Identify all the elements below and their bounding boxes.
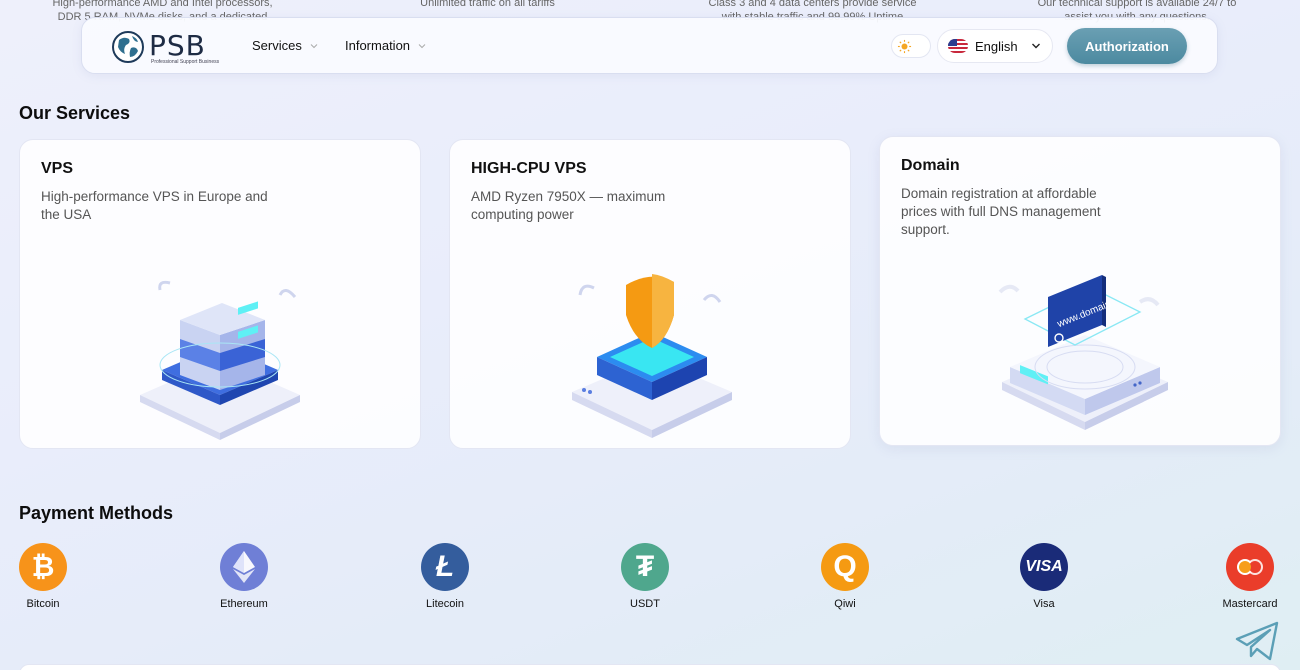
service-card-high-cpu-vps[interactable]: HIGH-CPU VPS AMD Ryzen 7950X — maximum c… (449, 139, 851, 449)
us-flag-icon (948, 39, 968, 53)
language-label: English (975, 38, 1018, 54)
logo-subtitle: Professional Support Business (151, 59, 220, 65)
nav-services-label: Services (252, 38, 302, 53)
logo[interactable]: PSB Professional Support Business (111, 29, 221, 65)
payment-method-visa[interactable]: VISA Visa (999, 543, 1089, 610)
service-card-title: VPS (41, 160, 74, 177)
services-section-title: Our Services (19, 103, 131, 123)
payment-method-mastercard[interactable]: Mastercard (1205, 543, 1295, 610)
chevron-down-icon (1031, 43, 1040, 49)
payment-method-litecoin[interactable]: Ł Litecoin (400, 543, 490, 610)
litecoin-icon: Ł (421, 543, 469, 591)
service-card-title: Domain (901, 157, 960, 174)
service-card-vps[interactable]: VPS High-performance VPS in Europe and t… (19, 139, 421, 449)
site-header: PSB Professional Support Business Servic… (81, 17, 1218, 74)
payment-method-label: Qiwi (834, 598, 856, 610)
theme-toggle[interactable] (891, 34, 931, 58)
shield-server-illustration (572, 274, 732, 438)
globe-icon (112, 31, 144, 63)
payment-method-label: Ethereum (220, 598, 268, 610)
telegram-icon[interactable] (1234, 620, 1280, 662)
visa-icon: VISA (1020, 543, 1068, 591)
payment-method-ethereum[interactable]: Ethereum (199, 543, 289, 610)
chevron-down-icon (418, 43, 426, 48)
payment-method-label: Mastercard (1222, 598, 1278, 610)
payment-method-bitcoin[interactable]: ₿ Bitcoin (0, 543, 88, 610)
tether-icon: ₮ (621, 543, 669, 591)
chevron-down-icon (310, 43, 318, 48)
authorization-button[interactable]: Authorization (1067, 28, 1187, 64)
service-card-description: High-performance VPS in Europe and the U… (41, 189, 268, 222)
service-card-title: HIGH-CPU VPS (471, 160, 587, 177)
service-card-domain[interactable]: Domain Domain registration at affordable… (879, 136, 1281, 446)
language-selector[interactable]: English (937, 29, 1053, 63)
sun-icon (897, 39, 912, 54)
payment-method-label: Litecoin (426, 598, 464, 610)
feature-snippet-traffic: Unlimited traffic on all tariffs (420, 0, 555, 9)
bitcoin-icon: ₿ (19, 543, 67, 591)
mastercard-icon (1226, 543, 1274, 591)
ethereum-icon (220, 543, 268, 591)
payment-method-qiwi[interactable]: Q Qiwi (800, 543, 890, 610)
payment-method-label: USDT (630, 598, 660, 610)
nav-information-label: Information (345, 38, 411, 53)
server-stack-illustration (140, 280, 300, 440)
next-section-card (19, 664, 1281, 670)
domain-card-illustration: www.domain (998, 275, 1168, 430)
nav-services[interactable]: Services (252, 38, 318, 53)
payment-method-usdt[interactable]: ₮ USDT (600, 543, 690, 610)
qiwi-icon: Q (821, 543, 869, 591)
nav-information[interactable]: Information (345, 38, 426, 53)
service-card-description: AMD Ryzen 7950X — maximum computing powe… (471, 189, 666, 222)
service-card-description: Domain registration at affordable prices… (901, 186, 1101, 237)
logo-wordmark: PSB (149, 29, 206, 62)
payment-method-label: Bitcoin (26, 598, 60, 610)
payments-section-title: Payment Methods (19, 503, 174, 523)
payment-method-label: Visa (1033, 598, 1055, 610)
